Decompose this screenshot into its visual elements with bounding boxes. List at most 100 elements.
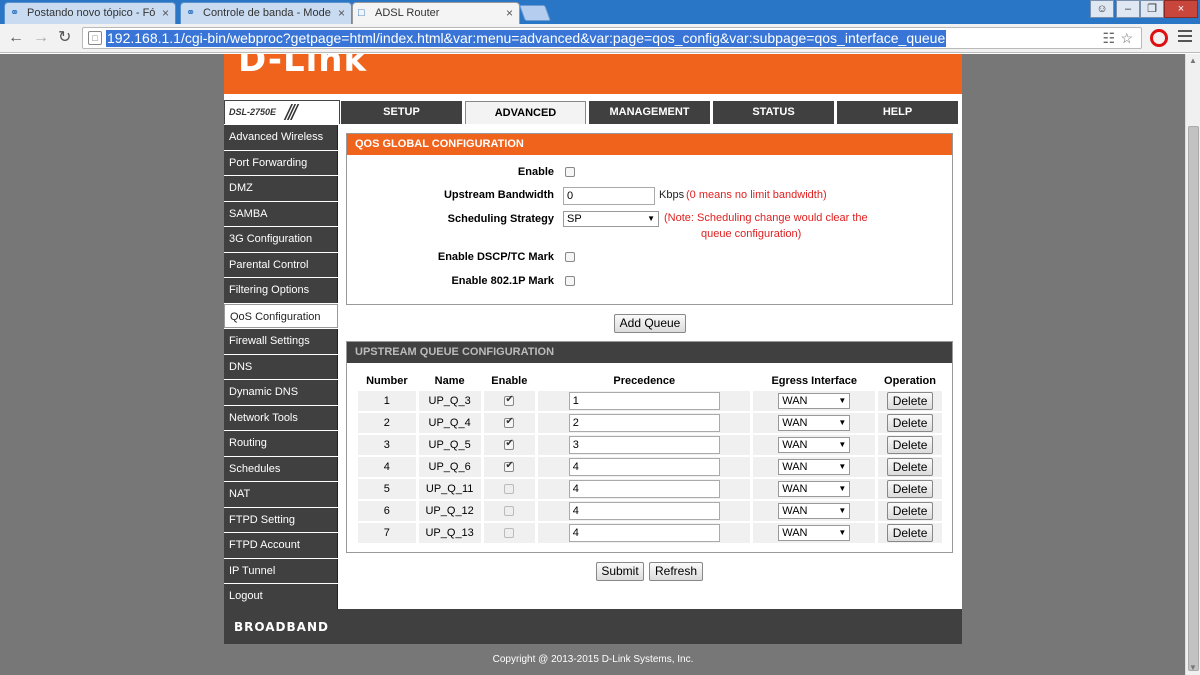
upstream-bandwidth-input[interactable]: 0 — [563, 187, 655, 205]
sidebar-item-dns[interactable]: DNS — [224, 354, 338, 379]
column-header: Precedence — [538, 373, 751, 389]
new-tab-button[interactable] — [519, 5, 551, 21]
bookmark-star-icon[interactable]: ☆ — [1120, 30, 1133, 47]
egress-interface-select[interactable]: WAN ▼ — [778, 525, 851, 541]
qos-enable-checkbox[interactable] — [565, 167, 575, 177]
browser-tab-title: ADSL Router — [375, 7, 440, 19]
dscp-mark-checkbox[interactable] — [565, 252, 575, 262]
restore-button[interactable]: ❐ — [1140, 0, 1164, 18]
p8021-mark-checkbox[interactable] — [565, 276, 575, 286]
precedence-input[interactable]: 4 — [568, 524, 720, 542]
sidebar-item-port-forwarding[interactable]: Port Forwarding — [224, 150, 338, 175]
sidebar-item-filtering-options[interactable]: Filtering Options — [224, 278, 338, 303]
sidebar-item-dynamic-dns[interactable]: Dynamic DNS — [224, 380, 338, 405]
sidebar-item-network-tools[interactable]: Network Tools — [224, 405, 338, 430]
sidebar-item-routing[interactable]: Routing — [224, 431, 338, 456]
scroll-down-icon[interactable]: ▼ — [1189, 663, 1197, 672]
user-icon[interactable]: ☺ — [1090, 0, 1114, 18]
scroll-up-icon[interactable]: ▲ — [1189, 56, 1197, 65]
sidebar-item-3g-configuration[interactable]: 3G Configuration — [224, 227, 338, 252]
page-info-icon[interactable]: □ — [88, 31, 102, 45]
tab-setup[interactable]: SETUP — [341, 101, 462, 124]
sidebar: Advanced Wireless Port Forwarding DMZ SA… — [224, 125, 338, 610]
egress-value: WAN — [782, 483, 808, 495]
delete-button[interactable]: Delete — [887, 480, 934, 498]
sidebar-item-logout[interactable]: Logout — [224, 584, 338, 609]
delete-button[interactable]: Delete — [887, 436, 934, 454]
precedence-input[interactable]: 3 — [568, 436, 720, 454]
browser-tab-1[interactable]: ⚭ Postando novo tópico - Fó × — [4, 2, 176, 24]
browser-tab-3[interactable]: □ ADSL Router × — [352, 2, 520, 24]
reload-icon[interactable]: ↻ — [58, 28, 71, 48]
queue-enable-checkbox[interactable] — [504, 506, 515, 517]
egress-interface-select[interactable]: WAN ▼ — [778, 437, 851, 453]
queue-enable-checkbox[interactable] — [504, 484, 515, 495]
close-icon[interactable]: × — [338, 6, 345, 20]
chevron-down-icon: ▼ — [838, 484, 847, 493]
tab-advanced[interactable]: ADVANCED — [465, 101, 586, 124]
sidebar-item-samba[interactable]: SAMBA — [224, 201, 338, 226]
queue-enable-checkbox[interactable] — [504, 528, 515, 539]
precedence-input[interactable]: 4 — [568, 480, 720, 498]
precedence-input[interactable]: 4 — [568, 502, 720, 520]
sidebar-item-ftpd-account[interactable]: FTPD Account — [224, 533, 338, 558]
address-bar[interactable]: □ 192.168.1.1/cgi-bin/webproc?getpage=ht… — [82, 27, 1142, 49]
opera-extension-icon[interactable] — [1150, 29, 1168, 47]
sidebar-item-qos-configuration[interactable]: QoS Configuration — [224, 303, 338, 328]
forward-icon[interactable]: → — [33, 28, 49, 48]
dscp-mark-label: Enable DSCP/TC Mark — [437, 251, 554, 263]
scrollbar-thumb[interactable] — [1188, 126, 1199, 671]
queue-enable-checkbox[interactable] — [504, 438, 515, 451]
tab-help[interactable]: HELP — [837, 101, 958, 124]
sidebar-item-ftpd-setting[interactable]: FTPD Setting — [224, 507, 338, 532]
delete-button[interactable]: Delete — [887, 502, 934, 520]
page-viewport: D-Link DSL-2750E /// SETUP ADVANCED MANA… — [0, 54, 1185, 675]
egress-interface-select[interactable]: WAN ▼ — [778, 393, 851, 409]
queue-enable-checkbox[interactable] — [504, 394, 515, 407]
sidebar-item-parental-control[interactable]: Parental Control — [224, 252, 338, 277]
queue-name: UP_Q_13 — [418, 523, 481, 543]
sidebar-item-nat[interactable]: NAT — [224, 482, 338, 507]
refresh-button[interactable]: Refresh — [649, 562, 703, 581]
add-queue-button[interactable]: Add Queue — [614, 314, 686, 333]
scheduling-strategy-select[interactable]: SP ▼ — [563, 211, 659, 227]
address-text[interactable]: 192.168.1.1/cgi-bin/webproc?getpage=html… — [106, 30, 947, 47]
sidebar-item-advanced-wireless[interactable]: Advanced Wireless — [224, 125, 338, 150]
sidebar-item-firewall-settings[interactable]: Firewall Settings — [224, 329, 338, 354]
precedence-cell: 4 — [538, 457, 751, 477]
precedence-input[interactable]: 2 — [568, 414, 720, 432]
close-icon[interactable]: × — [506, 6, 513, 20]
delete-button[interactable]: Delete — [887, 458, 934, 476]
upstream-note: (0 means no limit bandwidth) — [686, 189, 827, 201]
globe-icon: ⚭ — [10, 7, 20, 19]
queue-enable-checkbox[interactable] — [504, 460, 515, 473]
operation-cell: Delete — [878, 435, 942, 455]
browser-tab-2[interactable]: ⚭ Controle de banda - Mode × — [180, 2, 352, 24]
browser-tab-bar: ⚭ Postando novo tópico - Fó × ⚭ Controle… — [0, 0, 1200, 24]
delete-button[interactable]: Delete — [887, 392, 934, 410]
window-close-button[interactable]: × — [1164, 0, 1198, 18]
egress-interface-select[interactable]: WAN ▼ — [778, 503, 851, 519]
sidebar-item-ip-tunnel[interactable]: IP Tunnel — [224, 558, 338, 583]
tab-management[interactable]: MANAGEMENT — [589, 101, 710, 124]
submit-button[interactable]: Submit — [596, 562, 644, 581]
tab-status[interactable]: STATUS — [713, 101, 834, 124]
operation-cell: Delete — [878, 523, 942, 543]
sidebar-item-dmz[interactable]: DMZ — [224, 176, 338, 201]
vertical-scrollbar[interactable]: ▲ ▼ — [1185, 54, 1200, 675]
queue-enable-checkbox[interactable] — [504, 416, 515, 429]
sidebar-item-schedules[interactable]: Schedules — [224, 456, 338, 481]
back-icon[interactable]: ← — [8, 28, 24, 48]
minimize-button[interactable]: – — [1116, 0, 1140, 18]
egress-interface-select[interactable]: WAN ▼ — [778, 459, 851, 475]
egress-interface-select[interactable]: WAN ▼ — [778, 415, 851, 431]
delete-button[interactable]: Delete — [887, 414, 934, 432]
precedence-input[interactable]: 1 — [568, 392, 720, 410]
egress-interface-select[interactable]: WAN ▼ — [778, 481, 851, 497]
browser-menu-icon[interactable] — [1178, 30, 1192, 45]
close-icon[interactable]: × — [162, 6, 169, 20]
queue-number: 1 — [358, 391, 416, 411]
delete-button[interactable]: Delete — [887, 524, 934, 542]
translate-icon[interactable]: ☷ — [1102, 30, 1115, 47]
precedence-input[interactable]: 4 — [568, 458, 720, 476]
